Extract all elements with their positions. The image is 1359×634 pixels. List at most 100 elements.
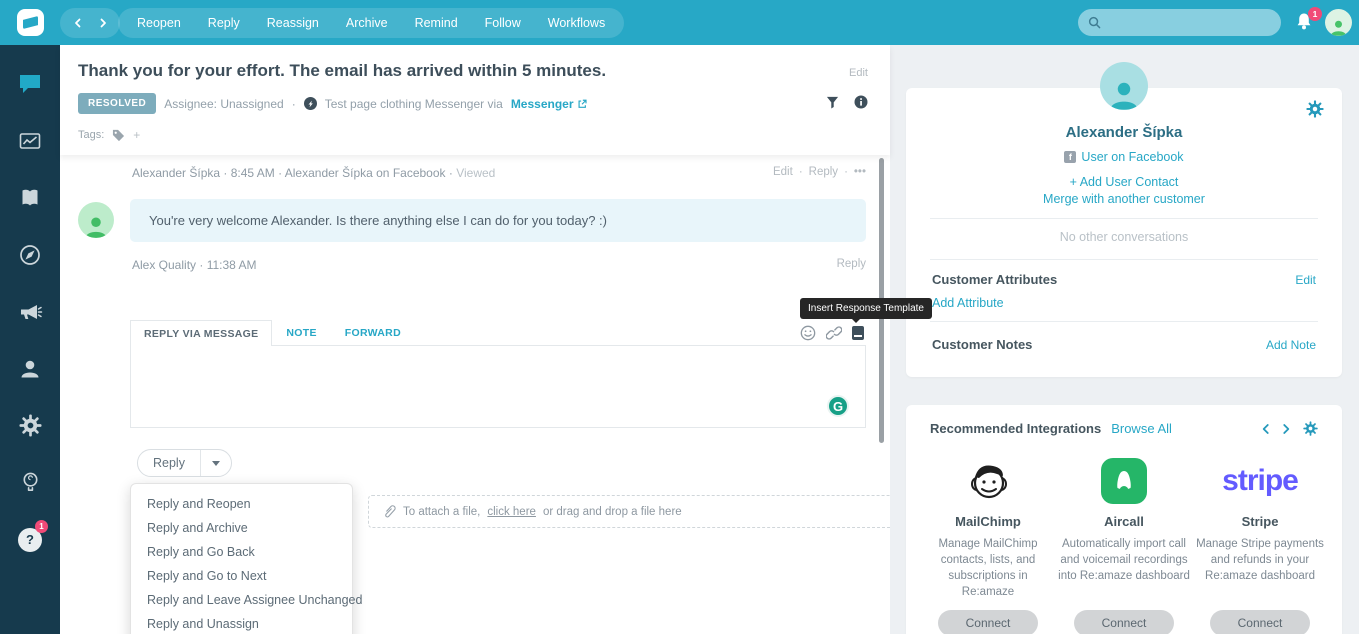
message-thread: Alexander Šípka · 8:45 AM · Alexander Ší…	[60, 155, 890, 634]
menu-item-reply-go-back[interactable]: Reply and Go Back	[131, 540, 352, 564]
browse-all-link[interactable]: Browse All	[1111, 421, 1172, 436]
search-input[interactable]	[1101, 16, 1271, 30]
book-icon	[18, 186, 42, 210]
reply-button-top[interactable]: Reply	[208, 16, 240, 30]
menu-item-reply-archive[interactable]: Reply and Archive	[131, 516, 352, 540]
forward-button[interactable]	[90, 11, 115, 36]
account-avatar[interactable]	[1325, 9, 1352, 36]
chevron-left-icon	[73, 18, 83, 28]
reply-options-menu: Reply and Reopen Reply and Archive Reply…	[130, 483, 353, 634]
archive-button[interactable]: Archive	[346, 16, 388, 30]
chat-bubble-icon	[18, 73, 42, 95]
stripe-logo-icon: stripe	[1222, 452, 1298, 510]
reply-options-button[interactable]	[201, 450, 231, 476]
sidebar-item-settings[interactable]	[0, 397, 60, 454]
aircall-logo-icon	[1101, 452, 1147, 510]
tags-label: Tags:	[78, 129, 104, 141]
dot-separator: ·	[292, 97, 296, 111]
divider	[930, 259, 1318, 260]
chevron-left-icon[interactable]	[1261, 423, 1270, 435]
add-note-link[interactable]: Add Note	[1266, 338, 1316, 352]
attach-text: or drag and drop a file here	[543, 506, 682, 518]
integrations-list: MailChimp Manage MailChimp contacts, lis…	[920, 444, 1328, 634]
remind-button[interactable]: Remind	[415, 16, 458, 30]
chevron-right-icon	[98, 18, 108, 28]
integration-name: Aircall	[1104, 514, 1144, 529]
back-button[interactable]	[65, 11, 90, 36]
reopen-button[interactable]: Reopen	[137, 16, 181, 30]
menu-item-reply-unassign[interactable]: Reply and Unassign	[131, 612, 352, 634]
response-template-icon[interactable]	[852, 326, 864, 340]
message-edit-link[interactable]: Edit	[773, 166, 793, 178]
composer-tabs: REPLY VIA MESSAGE NOTE FORWARD	[130, 320, 866, 346]
sidebar-item-browse[interactable]	[0, 226, 60, 283]
workflows-button[interactable]: Workflows	[548, 16, 605, 30]
add-attribute-link[interactable]: Add Attribute	[932, 296, 1004, 310]
edit-title-link[interactable]: Edit	[849, 67, 868, 79]
menu-item-reply-go-next[interactable]: Reply and Go to Next	[131, 564, 352, 588]
lightbulb-icon	[20, 471, 41, 494]
tab-note[interactable]: NOTE	[272, 320, 330, 346]
notifications-button[interactable]: 1	[1295, 12, 1313, 31]
reamaze-logo-icon[interactable]	[17, 9, 44, 36]
add-user-contact-link[interactable]: + Add User Contact	[906, 175, 1342, 189]
person-icon	[1107, 78, 1141, 110]
sidebar-item-help[interactable]: ? 1	[0, 511, 60, 568]
filter-icon[interactable]	[826, 96, 839, 109]
conversation-header: Thank you for your effort. The email has…	[60, 45, 890, 155]
message-reply-link[interactable]: Reply	[809, 166, 838, 178]
follow-button[interactable]: Follow	[485, 16, 521, 30]
header-tools	[826, 95, 868, 109]
integration-name: Stripe	[1242, 514, 1279, 529]
messenger-link[interactable]: Messenger	[511, 97, 587, 111]
menu-item-reply-reopen[interactable]: Reply and Reopen	[131, 492, 352, 516]
sidebar-item-insights[interactable]	[0, 454, 60, 511]
attach-click-here-link[interactable]: click here	[487, 506, 536, 518]
message-bubble: You're very welcome Alexander. Is there …	[130, 199, 866, 242]
integration-aircall: Aircall Automatically import call and vo…	[1056, 444, 1192, 634]
dot-separator: ·	[799, 166, 803, 178]
link-icon[interactable]	[826, 325, 842, 341]
connect-stripe-button[interactable]: Connect	[1210, 610, 1310, 634]
footer-reply-link[interactable]: Reply	[837, 258, 866, 270]
more-options-icon[interactable]: •••	[854, 166, 866, 178]
message-actions: Edit · Reply · •••	[773, 166, 866, 178]
sidebar-item-articles[interactable]	[0, 169, 60, 226]
tag-icon[interactable]	[112, 129, 125, 142]
mailchimp-logo-icon	[963, 452, 1013, 510]
tab-forward[interactable]: FORWARD	[331, 320, 415, 346]
chevron-right-icon[interactable]	[1282, 423, 1291, 435]
reply-textarea[interactable]	[131, 346, 865, 427]
gear-icon[interactable]	[1303, 421, 1318, 436]
grammarly-icon[interactable]: G	[827, 395, 849, 417]
help-count-badge: 1	[35, 520, 48, 533]
reassign-button[interactable]: Reassign	[267, 16, 319, 30]
integrations-card: Recommended Integrations Browse All	[906, 405, 1342, 634]
dot-separator: ·	[844, 166, 848, 178]
reply-send-button[interactable]: Reply	[138, 450, 201, 476]
connect-aircall-button[interactable]: Connect	[1074, 610, 1174, 634]
conversation-title: Thank you for your effort. The email has…	[78, 61, 606, 81]
tags-row: Tags: +	[78, 128, 140, 142]
customer-settings-gear-icon[interactable]	[1306, 100, 1324, 123]
attachment-dropzone[interactable]: To attach a file, click here or drag and…	[368, 495, 926, 528]
add-tag-button[interactable]: +	[133, 128, 140, 142]
sidebar-item-customers[interactable]	[0, 340, 60, 397]
connect-mailchimp-button[interactable]: Connect	[938, 610, 1038, 634]
search-bar[interactable]	[1078, 9, 1281, 36]
attributes-edit-link[interactable]: Edit	[1295, 273, 1316, 287]
merge-customer-link[interactable]: Merge with another customer	[906, 192, 1342, 206]
person-icon	[1329, 18, 1348, 36]
sidebar-item-campaigns[interactable]	[0, 283, 60, 340]
facebook-profile-link[interactable]: f User on Facebook	[906, 150, 1342, 164]
history-nav	[60, 8, 120, 38]
emoji-icon[interactable]	[800, 325, 816, 341]
dot-separator: ·	[449, 166, 453, 180]
sidebar-item-conversations[interactable]	[0, 55, 60, 112]
menu-item-reply-leave-assignee[interactable]: Reply and Leave Assignee Unchanged	[131, 588, 352, 612]
tab-reply-via-message[interactable]: REPLY VIA MESSAGE	[130, 320, 272, 346]
integration-name: MailChimp	[955, 514, 1021, 529]
info-icon[interactable]	[854, 95, 868, 109]
caret-down-icon	[212, 461, 220, 466]
sidebar-item-reports[interactable]	[0, 112, 60, 169]
